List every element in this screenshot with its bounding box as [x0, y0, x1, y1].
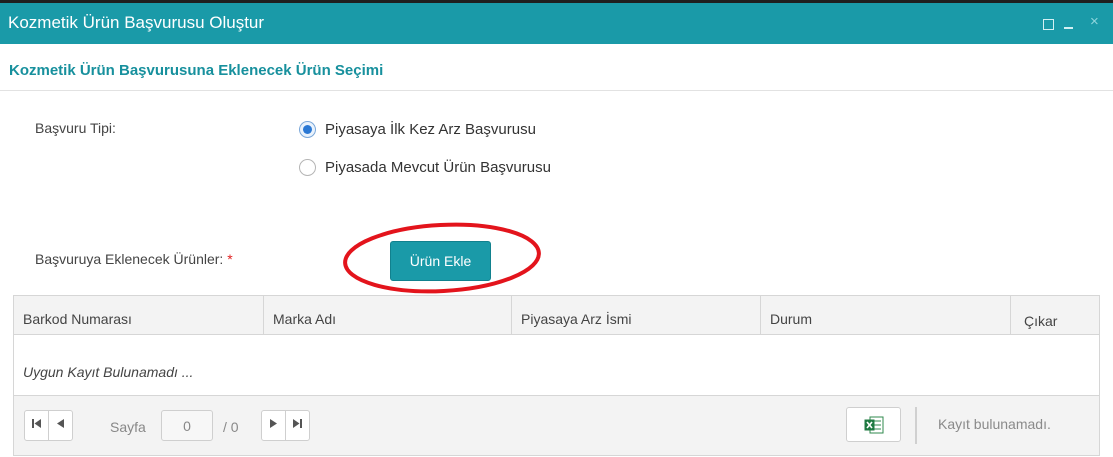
- export-excel-button[interactable]: [846, 407, 901, 442]
- add-product-button[interactable]: Ürün Ekle: [390, 241, 491, 281]
- next-page-icon[interactable]: [261, 410, 286, 441]
- empty-message: Uygun Kayıt Bulunamadı ...: [23, 364, 194, 380]
- column-header-status[interactable]: Durum: [761, 296, 1011, 335]
- excel-icon: [864, 416, 884, 434]
- page-total: / 0: [223, 419, 239, 435]
- column-header-brand[interactable]: Marka Adı: [264, 296, 512, 335]
- page-number-input[interactable]: [161, 410, 213, 441]
- grid-pager: Sayfa / 0 Kayıt bulunamadı.: [14, 395, 1099, 455]
- last-page-icon[interactable]: [285, 410, 310, 441]
- products-grid: Barkod Numarası Marka Adı Piyasaya Arz İ…: [13, 295, 1100, 456]
- column-header-barcode[interactable]: Barkod Numarası: [14, 296, 264, 335]
- column-header-remove[interactable]: Çıkar: [1011, 296, 1099, 335]
- page-label: Sayfa: [110, 419, 146, 435]
- column-header-market-name[interactable]: Piyasaya Arz İsmi: [512, 296, 761, 335]
- record-info: Kayıt bulunamadı.: [938, 416, 1051, 432]
- grid-header: Barkod Numarası Marka Adı Piyasaya Arz İ…: [14, 296, 1099, 335]
- previous-page-icon[interactable]: [48, 410, 73, 441]
- pager-separator: [915, 407, 917, 444]
- first-page-icon[interactable]: [24, 410, 49, 441]
